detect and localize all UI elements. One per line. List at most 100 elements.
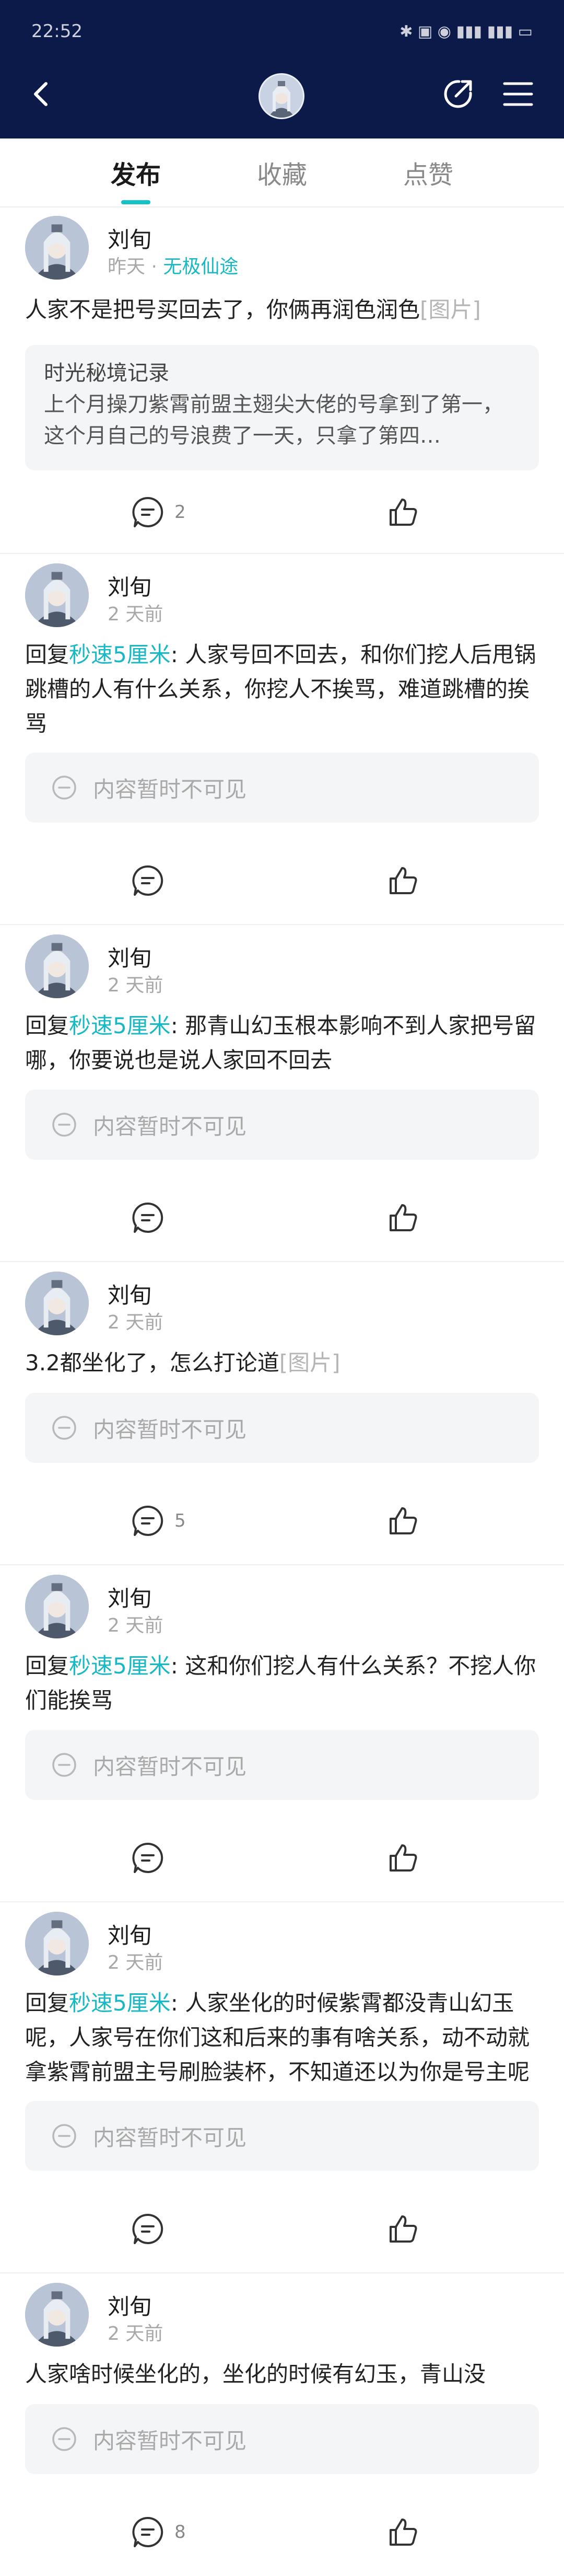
post-actions: 5 — [0, 1500, 564, 1542]
like-button[interactable] — [386, 2511, 420, 2553]
quoted-post-body: 上个月操刀紫霄前盟主翅尖大佬的号拿到了第一，这个月自己的号浪费了一天，只拿了第四… — [44, 392, 503, 448]
tab-favorites[interactable]: 收藏 — [230, 138, 334, 206]
post-text[interactable]: 回复秒速5厘米: 这和你们挖人有什么关系？不挖人你们能挨骂 — [25, 1649, 542, 1718]
like-button[interactable] — [386, 1197, 420, 1239]
post-item[interactable]: 刘旬 2 天前 回复秒速5厘米: 那青山幻玉根本影响不到人家把号留哪，你要说也是… — [0, 925, 564, 1262]
reply-prefix: 回复 — [25, 1990, 69, 2016]
thumbs-up-icon — [390, 1844, 417, 1872]
author-name[interactable]: 刘旬 — [108, 1918, 151, 1950]
avatar[interactable] — [25, 216, 89, 280]
tab-bar: 发布 收藏 点赞 — [0, 138, 564, 207]
like-button[interactable] — [386, 1500, 420, 1542]
avatar[interactable] — [25, 934, 89, 998]
post-text-content: 人家不是把号买回去了，你俩再润色润色 — [25, 297, 420, 322]
minus-circle-icon — [52, 776, 76, 800]
like-button[interactable] — [386, 860, 420, 902]
status-bar: 22:52 ✱ ▣ ◉ ▮▮▮ ▮▮▮ ▭ — [31, 16, 533, 47]
reply-prefix: 回复 — [25, 1013, 69, 1038]
tab-publish[interactable]: 发布 — [84, 138, 188, 206]
image-tag[interactable]: [图片] — [279, 1350, 340, 1376]
comment-button[interactable] — [131, 1197, 165, 1239]
post-text[interactable]: 人家不是把号买回去了，你俩再润色润色[图片] — [25, 293, 542, 327]
post-item[interactable]: 刘旬 2 天前 3.2都坐化了，怎么打论道[图片] 内容暂时不可见 5 — [0, 1262, 564, 1565]
minus-circle-icon — [52, 1416, 76, 1440]
author-name[interactable]: 刘旬 — [108, 1278, 151, 1310]
comment-count: 2 — [174, 502, 186, 523]
mention-link[interactable]: 秒速5厘米 — [69, 1653, 171, 1679]
hidden-content-text: 内容暂时不可见 — [93, 2124, 247, 2151]
post-item[interactable]: 刘旬 2 天前 回复秒速5厘米: 人家坐化的时候紫霄都没青山幻玉呢，人家号在你们… — [0, 1902, 564, 2273]
like-button[interactable] — [386, 2208, 420, 2250]
author-name[interactable]: 刘旬 — [108, 570, 151, 602]
menu-icon[interactable] — [501, 77, 535, 111]
thumbs-up-icon — [390, 1204, 417, 1231]
comment-button[interactable]: 2 — [131, 491, 186, 533]
post-text[interactable]: 回复秒速5厘米: 那青山幻玉根本影响不到人家把号留哪，你要说也是说人家回不回去 — [25, 1009, 542, 1078]
post-text[interactable]: 人家啥时候坐化的，坐化的时候有幻玉，青山没 — [25, 2357, 542, 2392]
topic-link[interactable]: 无极仙途 — [163, 256, 238, 278]
mention-link[interactable]: 秒速5厘米 — [69, 1013, 171, 1038]
quoted-post-card[interactable]: 时光秘境记录 上个月操刀紫霄前盟主翅尖大佬的号拿到了第一，这个月自己的号浪费了一… — [25, 345, 539, 470]
post-text-content: 人家啥时候坐化的，坐化的时候有幻玉，青山没 — [25, 2361, 486, 2387]
avatar[interactable] — [25, 2283, 89, 2347]
post-actions — [0, 2208, 564, 2250]
author-name[interactable]: 刘旬 — [108, 941, 151, 973]
comment-icon — [132, 1842, 163, 1873]
tab-active-indicator — [121, 200, 150, 204]
back-icon[interactable] — [26, 78, 57, 110]
thumbs-up-icon — [390, 2519, 417, 2546]
post-item[interactable]: 刘旬 2 天前 人家啥时候坐化的，坐化的时候有幻玉，青山没 内容暂时不可见 8 — [0, 2273, 564, 2576]
comment-button[interactable]: 8 — [131, 2511, 186, 2553]
comment-button[interactable] — [131, 1837, 165, 1879]
like-button[interactable] — [386, 1837, 420, 1879]
post-text[interactable]: 回复秒速5厘米: 人家号回不回去，和你们挖人后甩锅跳槽的人有什么关系，你挖人不挨… — [25, 638, 542, 741]
hidden-content-card: 内容暂时不可见 — [25, 1090, 539, 1160]
post-actions — [0, 860, 564, 902]
comment-icon — [132, 1505, 163, 1536]
reply-prefix: 回复 — [25, 642, 69, 667]
post-text-content: 3.2都坐化了，怎么打论道 — [25, 1350, 279, 1376]
reply-prefix: 回复 — [25, 1653, 69, 1679]
avatar[interactable] — [25, 1272, 89, 1335]
hidden-content-card: 内容暂时不可见 — [25, 1730, 539, 1800]
hidden-content-text: 内容暂时不可见 — [93, 776, 247, 802]
minus-circle-icon — [52, 2124, 76, 2148]
post-meta: 昨天 · 无极仙途 — [108, 256, 239, 278]
thumbs-up-icon — [390, 499, 417, 526]
post-actions: 2 — [0, 491, 564, 533]
post-time: 2 天前 — [108, 1952, 163, 1973]
quoted-post-title: 时光秘境记录 — [44, 361, 169, 385]
avatar[interactable] — [25, 1912, 89, 1976]
post-time: 2 天前 — [108, 975, 163, 996]
minus-circle-icon — [52, 1113, 76, 1137]
post-item[interactable]: 刘旬 2 天前 回复秒速5厘米: 这和你们挖人有什么关系？不挖人你们能挨骂 内容… — [0, 1565, 564, 1902]
comment-icon — [132, 2213, 163, 2244]
nav-bar — [0, 63, 564, 125]
comment-icon — [132, 2516, 163, 2547]
hidden-content-card: 内容暂时不可见 — [25, 1393, 539, 1463]
mention-link[interactable]: 秒速5厘米 — [69, 642, 171, 667]
comment-button[interactable] — [131, 2208, 165, 2250]
tab-likes[interactable]: 点赞 — [376, 138, 480, 206]
post-feed: 刘旬 昨天 · 无极仙途 人家不是把号买回去了，你俩再润色润色[图片] 时光秘境… — [0, 206, 564, 2576]
post-text[interactable]: 3.2都坐化了，怎么打论道[图片] — [25, 1346, 542, 1380]
like-button[interactable] — [386, 491, 420, 533]
post-actions — [0, 1837, 564, 1879]
avatar[interactable] — [25, 563, 89, 627]
author-name[interactable]: 刘旬 — [108, 1581, 151, 1613]
image-tag[interactable]: [图片] — [420, 297, 481, 322]
comment-button[interactable] — [131, 860, 165, 902]
header-avatar[interactable] — [258, 73, 304, 119]
post-item[interactable]: 刘旬 昨天 · 无极仙途 人家不是把号买回去了，你俩再润色润色[图片] 时光秘境… — [0, 206, 564, 554]
author-name[interactable]: 刘旬 — [108, 2289, 151, 2321]
author-name[interactable]: 刘旬 — [108, 222, 151, 254]
post-text[interactable]: 回复秒速5厘米: 人家坐化的时候紫霄都没青山幻玉呢，人家号在你们这和后来的事有啥… — [25, 1986, 542, 2089]
mention-link[interactable]: 秒速5厘米 — [69, 1990, 171, 2016]
hidden-content-card: 内容暂时不可见 — [25, 2101, 539, 2171]
thumbs-up-icon — [390, 2215, 417, 2243]
share-icon[interactable] — [441, 77, 475, 111]
avatar[interactable] — [25, 1575, 89, 1638]
post-item[interactable]: 刘旬 2 天前 回复秒速5厘米: 人家号回不回去，和你们挖人后甩锅跳槽的人有什么… — [0, 554, 564, 925]
comment-button[interactable]: 5 — [131, 1500, 186, 1542]
thumbs-up-icon — [390, 867, 417, 894]
